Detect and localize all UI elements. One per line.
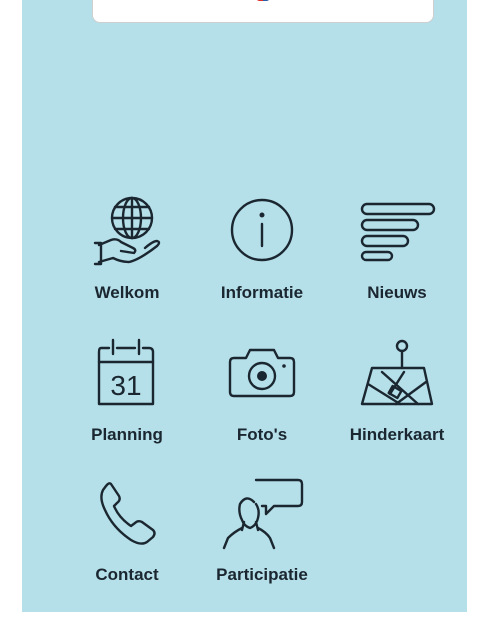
tile-label: Participatie [216,565,308,584]
speech-person-icon [222,478,304,550]
tile-informatie[interactable]: Informatie [192,190,332,330]
news-lines-icon [360,202,436,262]
tile-welkom[interactable]: Welkom [57,190,197,330]
tile-label: Planning [91,425,163,444]
calendar-icon: 31 [97,338,155,406]
camera-icon [228,348,296,398]
app-screen: Welkom Informatie Nieuws 31 Planning Fot… [22,0,467,612]
logo-icon [257,0,269,1]
tile-fotos[interactable]: Foto's [192,332,332,472]
tile-nieuws[interactable]: Nieuws [327,190,467,330]
globe-hand-icon [93,196,161,266]
calendar-day-text: 31 [110,370,141,401]
info-circle-icon [230,198,294,262]
header-logo-card [92,0,434,23]
map-pin-icon [360,339,434,406]
phone-icon [100,482,156,545]
tile-label: Foto's [236,425,288,444]
tile-participatie[interactable]: Participatie [192,472,332,612]
tile-label: Welkom [94,283,160,302]
tile-label: Contact [95,565,159,584]
tile-label: Informatie [220,283,304,302]
tile-planning[interactable]: 31 Planning [57,332,197,472]
tile-hinderkaart[interactable]: Hinderkaart [327,332,467,472]
tile-contact[interactable]: Contact [57,472,197,612]
tile-label: Hinderkaart [349,425,445,444]
tile-label: Nieuws [367,283,427,302]
